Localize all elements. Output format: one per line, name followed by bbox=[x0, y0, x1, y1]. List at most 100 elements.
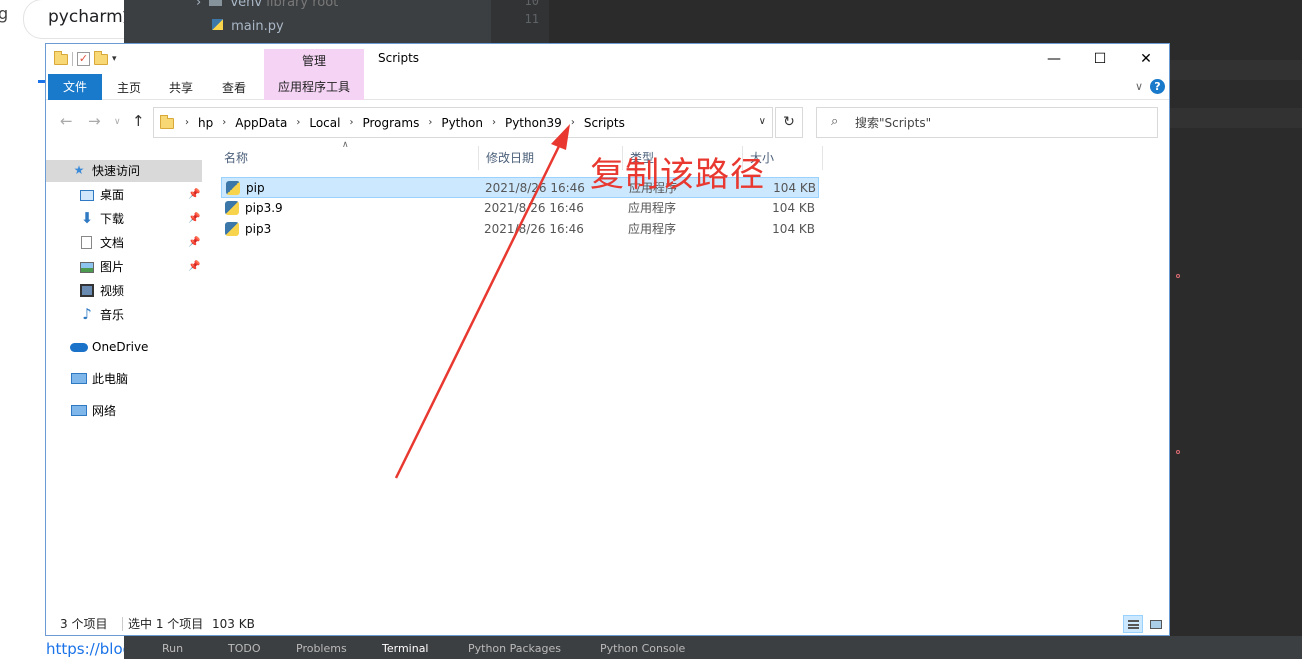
sidebar-item-label: 音乐 bbox=[100, 308, 125, 322]
document-icon bbox=[81, 236, 92, 249]
status-selected-count: 选中 1 个项目 bbox=[128, 617, 204, 631]
navigation-pane: ★ 快速访问 桌面 📌 ⬇ 下载 📌 文档 📌 图片 📌 视频 ♪ 音乐 One… bbox=[46, 160, 206, 610]
sidebar-item-onedrive[interactable]: OneDrive bbox=[46, 336, 202, 358]
file-row[interactable]: pip3 2021/8/26 16:46 应用程序 104 KB bbox=[221, 219, 819, 240]
sidebar-item-desktop[interactable]: 桌面 📌 bbox=[46, 184, 202, 206]
sidebar-item-label: OneDrive bbox=[92, 340, 149, 354]
pin-icon[interactable]: 📌 bbox=[188, 256, 200, 278]
file-date: 2021/8/26 16:46 bbox=[484, 222, 584, 236]
back-arrow-icon[interactable]: ← bbox=[60, 112, 73, 130]
sidebar-item-pictures[interactable]: 图片 📌 bbox=[46, 256, 202, 278]
properties-icon[interactable]: ✓ bbox=[77, 52, 90, 66]
help-icon[interactable]: ? bbox=[1150, 79, 1165, 94]
window-title: Scripts bbox=[378, 51, 420, 65]
sidebar-item-this-pc[interactable]: 此电脑 bbox=[46, 368, 202, 390]
breadcrumb-item[interactable]: Local bbox=[303, 116, 346, 130]
pycharm-folder-note: library root bbox=[266, 0, 339, 10]
file-row[interactable]: pip3.9 2021/8/26 16:46 应用程序 104 KB bbox=[221, 198, 819, 219]
search-box[interactable]: ⌕ bbox=[816, 107, 1158, 138]
file-size: 104 KB bbox=[772, 201, 815, 215]
tab-share[interactable]: 共享 bbox=[160, 76, 202, 100]
expand-ribbon-icon[interactable]: ∨ bbox=[1135, 80, 1143, 93]
pycharm-folder-row[interactable]: › venv library root bbox=[196, 0, 338, 10]
pin-icon[interactable]: 📌 bbox=[188, 232, 200, 254]
sidebar-item-network[interactable]: 网络 bbox=[46, 400, 202, 422]
pycharm-editor-band bbox=[1170, 60, 1302, 80]
pycharm-tab-todo[interactable]: TODO bbox=[228, 642, 261, 655]
pycharm-project-panel: › venv library root main.py bbox=[146, 0, 491, 44]
network-icon bbox=[71, 405, 87, 416]
sidebar-item-videos[interactable]: 视频 bbox=[46, 280, 202, 302]
breadcrumb: › hp › AppData › Local › Programs › Pyth… bbox=[182, 108, 631, 137]
breadcrumb-item[interactable]: AppData bbox=[229, 116, 293, 130]
title-bar[interactable]: ✓ ▾ 管理 Scripts — ☐ ✕ bbox=[46, 44, 1169, 74]
sidebar-item-documents[interactable]: 文档 📌 bbox=[46, 232, 202, 254]
column-header-name[interactable]: 名称 bbox=[206, 146, 476, 170]
chevron-right-icon[interactable]: › bbox=[182, 117, 192, 128]
browser-link[interactable]: https://blog bbox=[46, 640, 132, 658]
chevron-right-icon[interactable]: › bbox=[425, 117, 435, 128]
chevron-right-icon[interactable]: › bbox=[346, 117, 356, 128]
file-type: 应用程序 bbox=[628, 222, 677, 236]
chevron-right-icon[interactable]: › bbox=[219, 117, 229, 128]
file-size: 104 KB bbox=[772, 222, 815, 236]
tab-file[interactable]: 文件 bbox=[48, 74, 102, 100]
close-button[interactable]: ✕ bbox=[1123, 44, 1169, 74]
line-number: 10 bbox=[524, 0, 539, 8]
large-icons-view-button[interactable] bbox=[1145, 615, 1165, 633]
chevron-right-icon: › bbox=[196, 0, 202, 10]
recent-locations-chevron-icon[interactable]: ∨ bbox=[114, 117, 121, 127]
pycharm-tab-python-console[interactable]: Python Console bbox=[600, 642, 685, 655]
sidebar-item-music[interactable]: ♪ 音乐 bbox=[46, 304, 202, 326]
tab-home[interactable]: 主页 bbox=[108, 76, 150, 100]
file-name: pip3.9 bbox=[245, 201, 283, 215]
file-name: pip bbox=[246, 181, 265, 195]
quick-access-toolbar: ✓ ▾ bbox=[54, 50, 117, 68]
pycharm-tab-terminal[interactable]: Terminal bbox=[382, 642, 429, 655]
forward-arrow-icon[interactable]: → bbox=[88, 112, 101, 130]
breadcrumb-item[interactable]: Python bbox=[435, 116, 489, 130]
chevron-right-icon[interactable]: › bbox=[568, 117, 578, 128]
new-folder-icon[interactable] bbox=[94, 50, 108, 65]
pycharm-tab-run[interactable]: Run bbox=[162, 642, 183, 655]
sidebar-item-label: 视频 bbox=[100, 284, 125, 298]
sidebar-item-label: 桌面 bbox=[100, 188, 125, 202]
pin-icon[interactable]: 📌 bbox=[188, 208, 200, 230]
chevron-right-icon[interactable]: › bbox=[293, 117, 303, 128]
sidebar-item-downloads[interactable]: ⬇ 下载 📌 bbox=[46, 208, 202, 230]
sidebar-item-quick-access[interactable]: ★ 快速访问 bbox=[46, 160, 202, 182]
details-view-button[interactable] bbox=[1123, 615, 1143, 633]
maximize-button[interactable]: ☐ bbox=[1077, 44, 1123, 74]
manage-tab[interactable]: 管理 bbox=[264, 49, 364, 74]
python-app-icon bbox=[225, 201, 239, 215]
file-date: 2021/8/26 16:46 bbox=[485, 181, 585, 195]
refresh-button[interactable]: ↻ bbox=[775, 107, 803, 138]
window-controls: — ☐ ✕ bbox=[1031, 44, 1169, 74]
breadcrumb-item[interactable]: Python39 bbox=[499, 116, 568, 130]
search-icon: ⌕ bbox=[831, 114, 839, 129]
pycharm-marker-dot bbox=[1176, 450, 1180, 454]
pycharm-bottom-toolbar: Run TODO Problems Terminal Python Packag… bbox=[124, 636, 1302, 659]
chevron-right-icon[interactable]: › bbox=[489, 117, 499, 128]
breadcrumb-item[interactable]: Programs bbox=[356, 116, 425, 130]
video-icon bbox=[80, 284, 94, 297]
chevron-down-icon[interactable]: ∨ bbox=[759, 116, 766, 127]
up-arrow-icon[interactable]: ↑ bbox=[132, 112, 145, 130]
address-bar[interactable]: › hp › AppData › Local › Programs › Pyth… bbox=[153, 107, 773, 138]
breadcrumb-item-current[interactable]: Scripts bbox=[578, 116, 631, 130]
search-input[interactable] bbox=[855, 114, 1145, 132]
breadcrumb-item[interactable]: hp bbox=[192, 116, 219, 130]
refresh-icon: ↻ bbox=[783, 114, 795, 130]
pycharm-tab-python-packages[interactable]: Python Packages bbox=[468, 642, 561, 655]
pin-icon[interactable]: 📌 bbox=[188, 184, 200, 206]
tab-application-tools[interactable]: 应用程序工具 bbox=[264, 74, 364, 100]
python-file-icon bbox=[212, 19, 223, 30]
tab-view[interactable]: 查看 bbox=[213, 76, 255, 100]
minimize-button[interactable]: — bbox=[1031, 44, 1077, 74]
chevron-down-icon[interactable]: ▾ bbox=[112, 54, 117, 64]
desktop-icon bbox=[80, 190, 94, 201]
status-bar: 3 个项目 选中 1 个项目 103 KB bbox=[46, 612, 1169, 636]
pycharm-tab-problems[interactable]: Problems bbox=[296, 642, 347, 655]
sidebar-item-label: 下载 bbox=[100, 212, 125, 226]
column-divider[interactable] bbox=[822, 146, 823, 170]
